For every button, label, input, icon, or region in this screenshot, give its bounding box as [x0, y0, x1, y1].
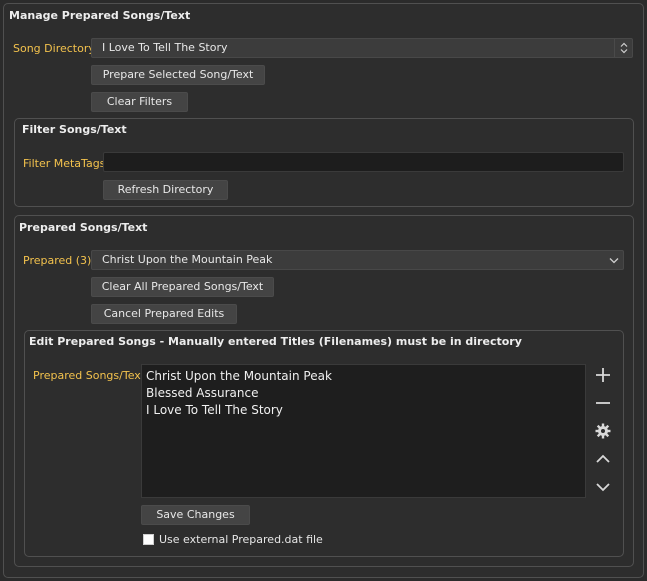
chevron-up-icon[interactable]	[592, 448, 614, 470]
list-item[interactable]: I Love To Tell The Story	[146, 402, 581, 419]
prepared-songs-list[interactable]: Christ Upon the Mountain Peak Blessed As…	[141, 364, 586, 498]
list-item[interactable]: Blessed Assurance	[146, 385, 581, 402]
save-changes-button[interactable]: Save Changes	[141, 505, 250, 525]
use-external-prepared-checkbox[interactable]	[143, 534, 154, 545]
spinner-arrows-icon[interactable]	[614, 39, 632, 57]
prepared-count-label: Prepared (3)	[23, 254, 92, 267]
chevron-down-icon[interactable]	[605, 251, 623, 269]
filter-metatags-label: Filter MetaTags	[23, 157, 106, 170]
filter-metatags-input[interactable]	[103, 152, 624, 172]
clear-filters-button[interactable]: Clear Filters	[91, 92, 188, 112]
plus-icon[interactable]	[592, 364, 614, 386]
chevron-down-icon[interactable]	[592, 476, 614, 498]
filter-title: Filter Songs/Text	[22, 123, 127, 136]
manage-prepared-title: Manage Prepared Songs/Text	[9, 9, 191, 22]
prepare-selected-button[interactable]: Prepare Selected Song/Text	[91, 65, 265, 85]
edit-prepared-title: Edit Prepared Songs - Manually entered T…	[29, 335, 522, 348]
use-external-prepared-label: Use external Prepared.dat file	[159, 533, 323, 546]
song-directory-label: Song Directory	[13, 42, 95, 55]
song-directory-value: I Love To Tell The Story	[102, 41, 228, 54]
minus-icon[interactable]	[592, 392, 614, 414]
cancel-prepared-edits-button[interactable]: Cancel Prepared Edits	[91, 304, 237, 324]
prepared-title: Prepared Songs/Text	[19, 221, 148, 234]
refresh-directory-button[interactable]: Refresh Directory	[103, 180, 228, 200]
clear-all-prepared-button[interactable]: Clear All Prepared Songs/Text	[91, 277, 274, 297]
song-directory-select[interactable]: I Love To Tell The Story	[91, 38, 633, 58]
list-item[interactable]: Christ Upon the Mountain Peak	[146, 368, 581, 385]
prepared-songs-list-label: Prepared Songs/Text	[33, 369, 146, 382]
prepared-value: Christ Upon the Mountain Peak	[102, 253, 273, 266]
prepared-select[interactable]: Christ Upon the Mountain Peak	[91, 250, 624, 270]
gear-icon[interactable]	[592, 420, 614, 442]
